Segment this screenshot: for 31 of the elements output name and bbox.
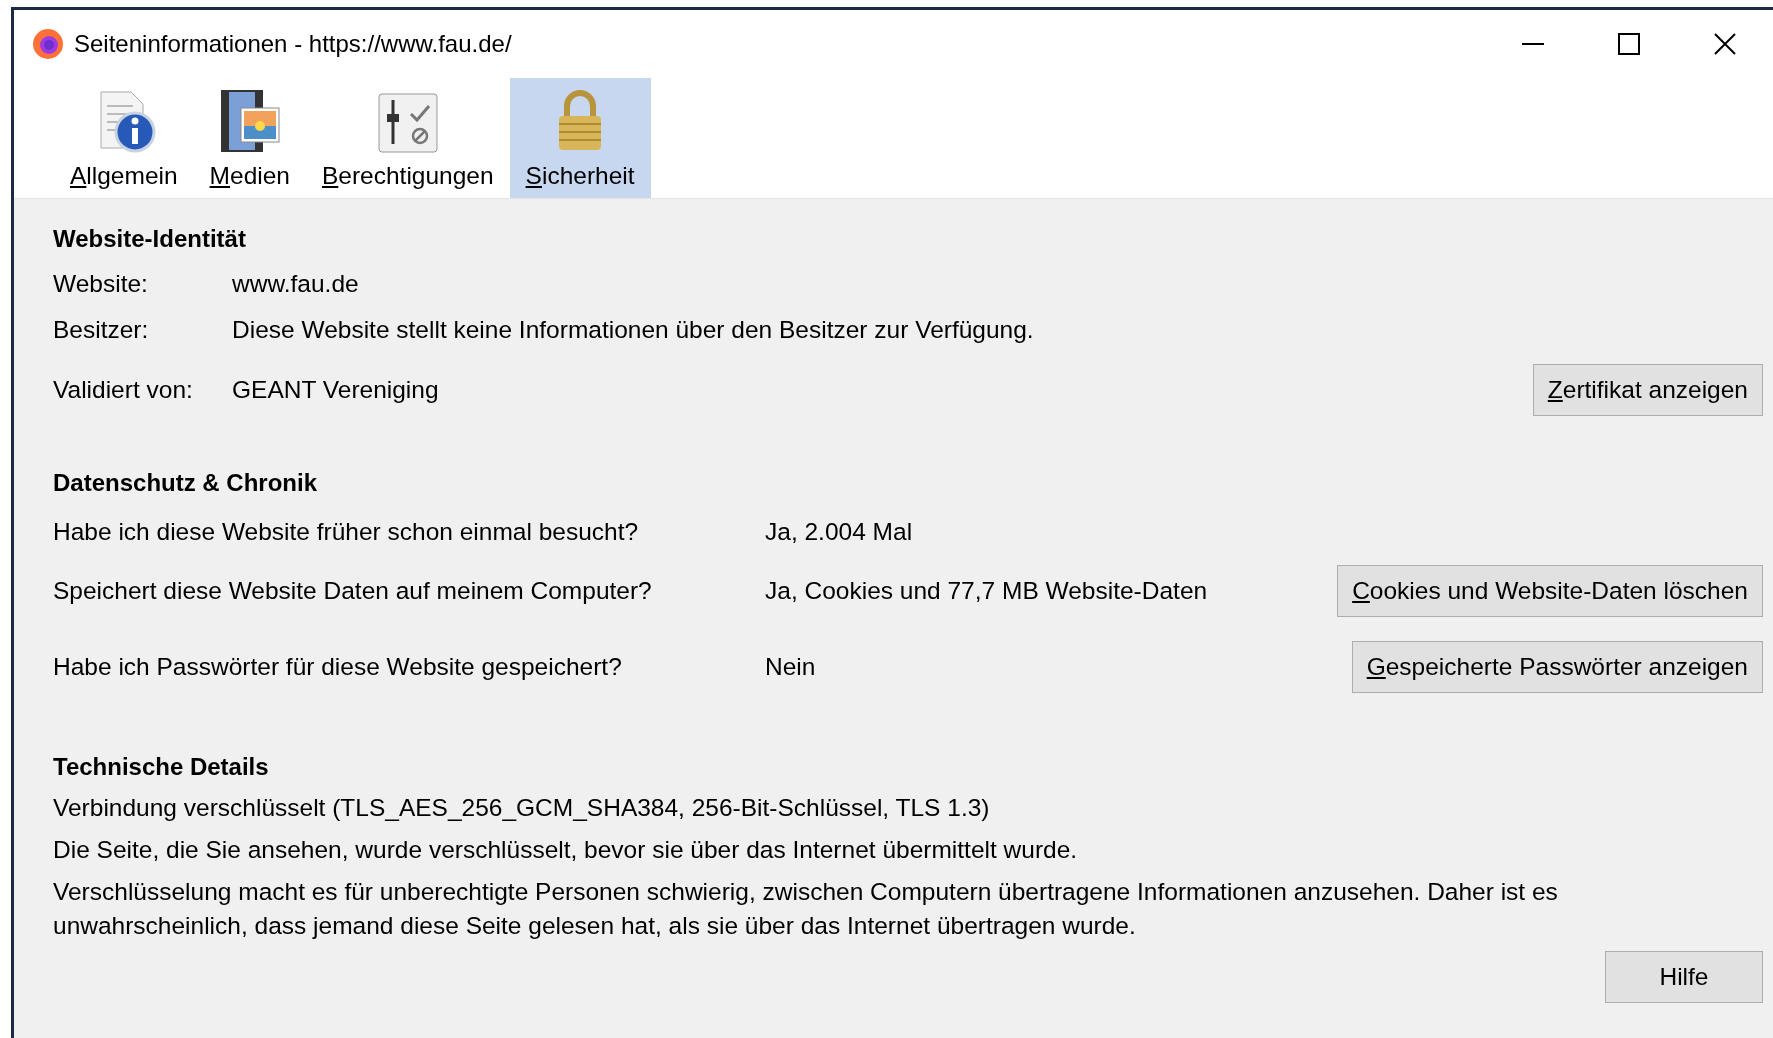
field-value: www.fau.de bbox=[232, 270, 359, 298]
action-button[interactable]: Gespeicherte Passwörter anzeigen bbox=[1351, 641, 1763, 693]
field-label: Website: bbox=[53, 270, 148, 298]
detail-text: Verschlüsselung macht es für unberechtigte Personen schwierig, zwischen Computern übertragene Informationen anzusehen. Daher ist es unwahrscheinlich, dass jemand diese Seite gelesen hat, als sie über das Internet übertragen wurde. bbox=[53, 877, 1559, 941]
question-text: Speichert diese Website Daten auf meinem Computer? bbox=[53, 577, 652, 605]
answer-text: Ja, 2.004 Mal bbox=[765, 518, 913, 546]
toolbar-tab[interactable]: Berechtigungen bbox=[305, 78, 510, 198]
section-title: Website-Identität bbox=[53, 225, 247, 253]
field-value: Diese Website stellt keine Informationen über den Besitzer zur Verfügung. bbox=[232, 316, 1034, 344]
action-button[interactable]: Cookies und Website-Daten löschen bbox=[1337, 565, 1763, 617]
maximize-icon bbox=[1618, 33, 1640, 55]
detail-text: Verbindung verschlüsselt (TLS_AES_256_GCM_SHA384, 256-Bit-Schlüssel, TLS 1.3) bbox=[53, 793, 991, 823]
question-text: Habe ich Passwörter für diese Website gespeichert? bbox=[53, 653, 622, 681]
toolbar-tab[interactable]: Sicherheit bbox=[509, 78, 651, 198]
field-value: GEANT Vereniging bbox=[232, 376, 439, 404]
detail-text: Die Seite, die Sie ansehen, wurde verschlüsselt, bevor sie über das Internet übermittelt wurde. bbox=[53, 835, 1079, 865]
toolbar-tab[interactable]: Allgemein bbox=[54, 78, 194, 198]
help-button[interactable]: Hilfe bbox=[1605, 951, 1763, 1003]
answer-text: Nein bbox=[765, 653, 816, 681]
field-label: Besitzer: bbox=[53, 316, 149, 344]
close-icon bbox=[1714, 33, 1736, 55]
window-title: Seiteninformationen - https://www.fau.de/ bbox=[74, 30, 513, 58]
minimize-icon bbox=[1522, 42, 1544, 46]
field-label: Validiert von: bbox=[53, 376, 193, 404]
question-text: Habe ich diese Website früher schon einmal besucht? bbox=[53, 518, 639, 546]
toolbar-tab[interactable]: Medien bbox=[193, 78, 306, 198]
section-title: Technische Details bbox=[53, 753, 270, 781]
section-title: Datenschutz & Chronik bbox=[53, 469, 319, 497]
app-logo-icon bbox=[32, 28, 64, 60]
certificate-button[interactable]: Zertifikat anzeigen bbox=[1532, 364, 1763, 416]
answer-text: Ja, Cookies und 77,7 MB Website-Daten bbox=[765, 577, 1208, 605]
